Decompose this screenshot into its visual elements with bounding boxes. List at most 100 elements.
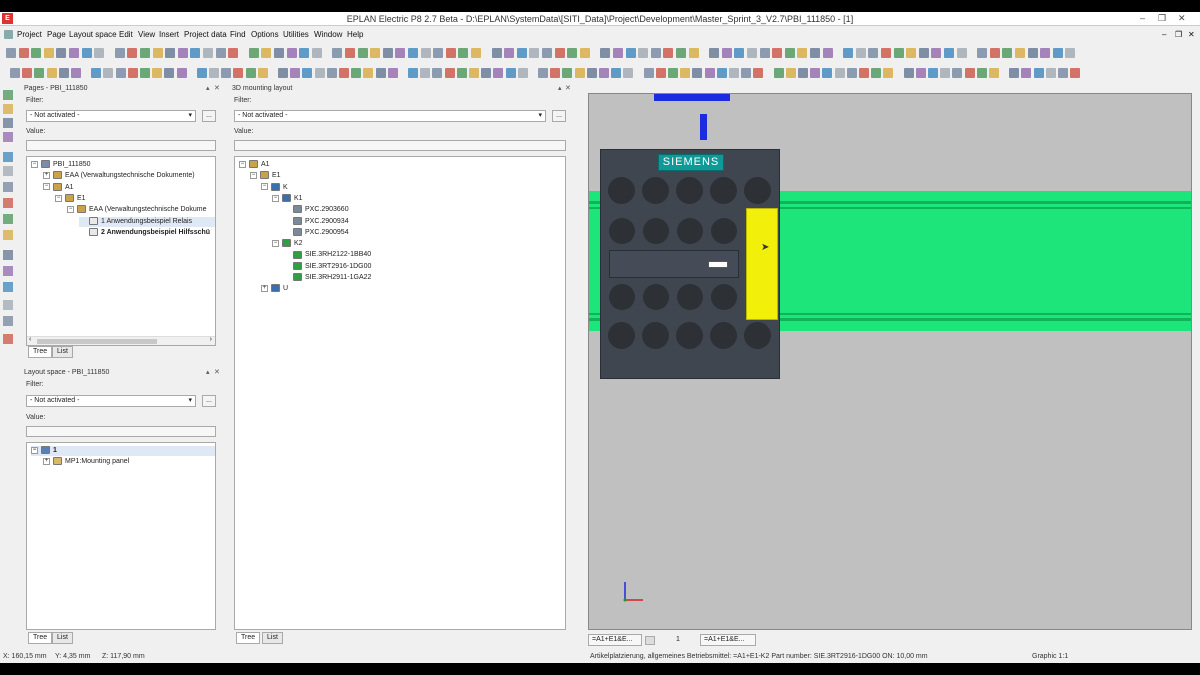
side-toolbar-icon[interactable] [3, 132, 13, 142]
collapse-icon[interactable]: − [43, 183, 50, 191]
toolbar-icon[interactable] [977, 48, 988, 58]
toolbar-icon[interactable] [643, 68, 654, 78]
toolbar-icon[interactable] [408, 48, 418, 58]
toolbar-icon[interactable] [893, 48, 904, 58]
layout-tab-list[interactable]: List [52, 632, 73, 644]
toolbar-icon[interactable] [956, 48, 967, 58]
toolbar-icon[interactable] [871, 68, 882, 78]
toolbar-icon[interactable] [550, 68, 561, 78]
tree-node[interactable]: − K1 [272, 194, 303, 204]
toolbar-icon[interactable] [903, 68, 914, 78]
toolbar-icon[interactable] [883, 68, 894, 78]
toolbar-icon[interactable] [709, 48, 720, 58]
toolbar-icon[interactable] [444, 68, 455, 78]
toolbar-icon[interactable] [931, 48, 942, 58]
toolbar-icon[interactable] [370, 48, 381, 58]
mdi-close-button[interactable]: ✕ [1188, 30, 1195, 39]
tree-node[interactable]: − E1 [55, 194, 86, 204]
toolbar-icon[interactable] [928, 68, 938, 78]
toolbar-icon[interactable] [759, 48, 770, 58]
collapse-icon[interactable]: − [55, 194, 62, 202]
tree-node[interactable]: SIE.3RH2911-1GA22 [283, 273, 371, 283]
toolbar-icon[interactable] [491, 48, 502, 58]
tree-node[interactable]: − A1 [43, 182, 74, 193]
toolbar-icon[interactable] [233, 68, 244, 78]
doc-tab-1[interactable]: =A1+E1&E... [588, 634, 642, 646]
toolbar-icon[interactable] [505, 68, 516, 78]
toolbar-icon[interactable] [773, 68, 784, 78]
toolbar-icon[interactable] [797, 48, 808, 58]
pages-tab-list[interactable]: List [52, 346, 73, 358]
menu-options[interactable]: Options [251, 30, 279, 39]
toolbar-icon[interactable] [976, 68, 987, 78]
toolbar-icon[interactable] [382, 48, 393, 58]
toolbar-icon[interactable] [164, 68, 175, 78]
scroll-right-icon[interactable]: › [210, 336, 212, 343]
toolbar-icon[interactable] [1040, 48, 1051, 58]
toolbar-icon[interactable] [655, 68, 666, 78]
toolbar-icon[interactable] [375, 68, 386, 78]
side-toolbar-icon[interactable] [3, 152, 13, 162]
layout-tab-tree[interactable]: Tree [28, 632, 53, 644]
toolbar-icon[interactable] [650, 48, 661, 58]
toolbar-icon[interactable] [18, 48, 29, 58]
toolbar-icon[interactable] [458, 48, 469, 58]
toolbar-icon[interactable] [915, 68, 926, 78]
toolbar-icon[interactable] [940, 68, 951, 78]
mounting-tab-tree[interactable]: Tree [236, 632, 261, 644]
toolbar-icon[interactable] [302, 68, 313, 78]
tree-node[interactable]: − PBI_111850 [31, 160, 91, 170]
toolbar-icon[interactable] [586, 68, 597, 78]
toolbar-icon[interactable] [574, 68, 585, 78]
tree-node[interactable]: 1 Anwendungsbeispiel Relais [79, 216, 215, 227]
toolbar-icon[interactable] [91, 68, 102, 78]
menu-find[interactable]: Find [230, 30, 246, 39]
toolbar-icon[interactable] [94, 48, 105, 58]
toolbar-icon[interactable] [58, 68, 69, 78]
toolbar-icon[interactable] [278, 68, 288, 78]
toolbar-icon[interactable] [918, 48, 929, 58]
toolbar-icon[interactable] [663, 48, 674, 58]
toolbar-icon[interactable] [103, 68, 114, 78]
expand-icon[interactable]: + [43, 457, 50, 465]
toolbar-icon[interactable] [351, 68, 362, 78]
pages-tree-scrollbar[interactable]: ‹ › [27, 336, 215, 345]
toolbar-icon[interactable] [221, 68, 232, 78]
toolbar-icon[interactable] [810, 68, 821, 78]
toolbar-icon[interactable] [676, 48, 686, 58]
toolbar-icon[interactable] [311, 48, 322, 58]
toolbar-icon[interactable] [716, 68, 727, 78]
toolbar-icon[interactable] [599, 68, 609, 78]
toolbar-icon[interactable] [286, 48, 297, 58]
toolbar-icon[interactable] [140, 48, 150, 58]
toolbar-icon[interactable] [387, 68, 398, 78]
toolbar-icon[interactable] [257, 68, 268, 78]
tree-node[interactable]: SIE.3RT2916-1DG00 [283, 261, 371, 272]
collapse-icon[interactable]: − [250, 171, 257, 179]
layout-panel-pin-icon[interactable]: ▴ [206, 368, 210, 376]
mounting-tab-list[interactable]: List [262, 632, 283, 644]
side-toolbar-icon[interactable] [3, 282, 13, 292]
toolbar-icon[interactable] [1021, 68, 1032, 78]
menu-view[interactable]: View [138, 30, 155, 39]
toolbar-icon[interactable] [668, 68, 678, 78]
toolbar-icon[interactable] [516, 48, 527, 58]
collapse-icon[interactable]: − [272, 194, 279, 202]
toolbar-icon[interactable] [1033, 68, 1044, 78]
toolbar-icon[interactable] [785, 68, 796, 78]
toolbar-icon[interactable] [332, 48, 343, 58]
toolbar-icon[interactable] [729, 68, 739, 78]
toolbar-icon[interactable] [81, 48, 92, 58]
toolbar-icon[interactable] [248, 48, 259, 58]
tree-node[interactable]: + MP1:Mounting panel [43, 457, 129, 467]
toolbar-icon[interactable] [822, 48, 833, 58]
collapse-icon[interactable]: − [261, 183, 268, 191]
tree-node[interactable]: + U [261, 284, 288, 294]
layout-filter-more-button[interactable]: ... [202, 395, 216, 407]
toolbar-icon[interactable] [46, 68, 57, 78]
layout-panel-close-icon[interactable]: ✕ [214, 368, 220, 376]
toolbar-icon[interactable] [115, 68, 126, 78]
toolbar-icon[interactable] [1002, 48, 1013, 58]
minimize-button[interactable]: – [1140, 13, 1145, 23]
graphic-editor-canvas[interactable]: SIEMENS ➤ [588, 93, 1192, 630]
